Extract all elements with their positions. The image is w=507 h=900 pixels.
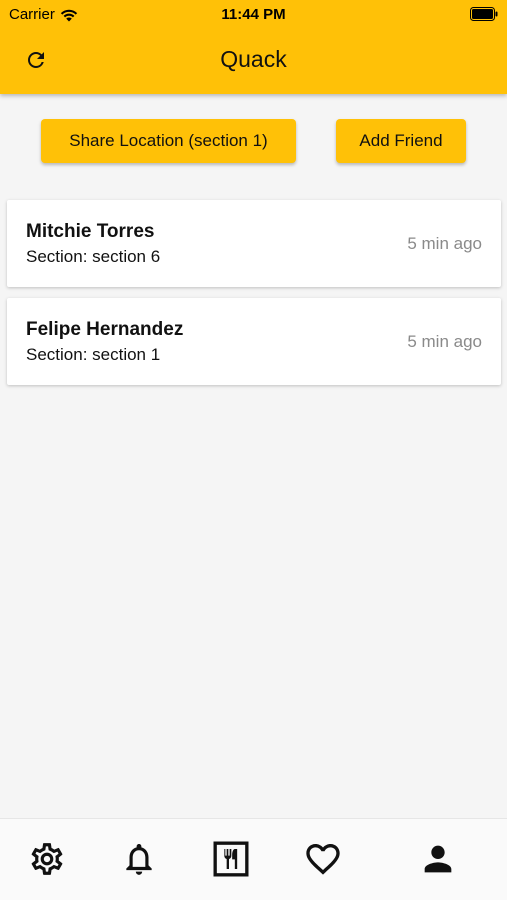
battery-icon (470, 7, 498, 21)
friend-card[interactable]: Felipe Hernandez Section: section 1 5 mi… (7, 298, 501, 385)
share-location-button[interactable]: Share Location (section 1) (41, 119, 296, 163)
bell-icon (126, 843, 152, 875)
person-icon (424, 845, 452, 873)
nav-restaurant[interactable] (209, 837, 253, 881)
nav-favorites[interactable] (301, 837, 345, 881)
friend-name: Mitchie Torres (26, 221, 155, 242)
nav-notifications[interactable] (117, 837, 161, 881)
app-bar: Carrier 11:44 PM Quack (0, 0, 507, 94)
refresh-icon (28, 52, 44, 68)
restaurant-icon (213, 841, 249, 877)
heart-icon (306, 844, 340, 875)
gear-icon (31, 843, 63, 875)
page-title: Quack (220, 46, 287, 72)
nav-profile[interactable] (416, 837, 460, 881)
friend-time: 5 min ago (407, 234, 482, 253)
add-friend-button[interactable]: Add Friend (336, 119, 466, 163)
refresh-button[interactable] (20, 44, 52, 76)
friend-section: Section: section 1 (26, 345, 161, 364)
nav-settings[interactable] (25, 837, 69, 881)
friend-card[interactable]: Mitchie Torres Section: section 6 5 min … (7, 200, 501, 287)
bottom-navigation (0, 818, 507, 900)
status-time: 11:44 PM (221, 6, 286, 23)
status-bar: Carrier 11:44 PM (0, 0, 507, 28)
friend-time: 5 min ago (407, 332, 482, 351)
friend-section: Section: section 6 (26, 247, 161, 266)
toolbar: Quack (0, 28, 507, 94)
friend-name: Felipe Hernandez (26, 319, 184, 340)
